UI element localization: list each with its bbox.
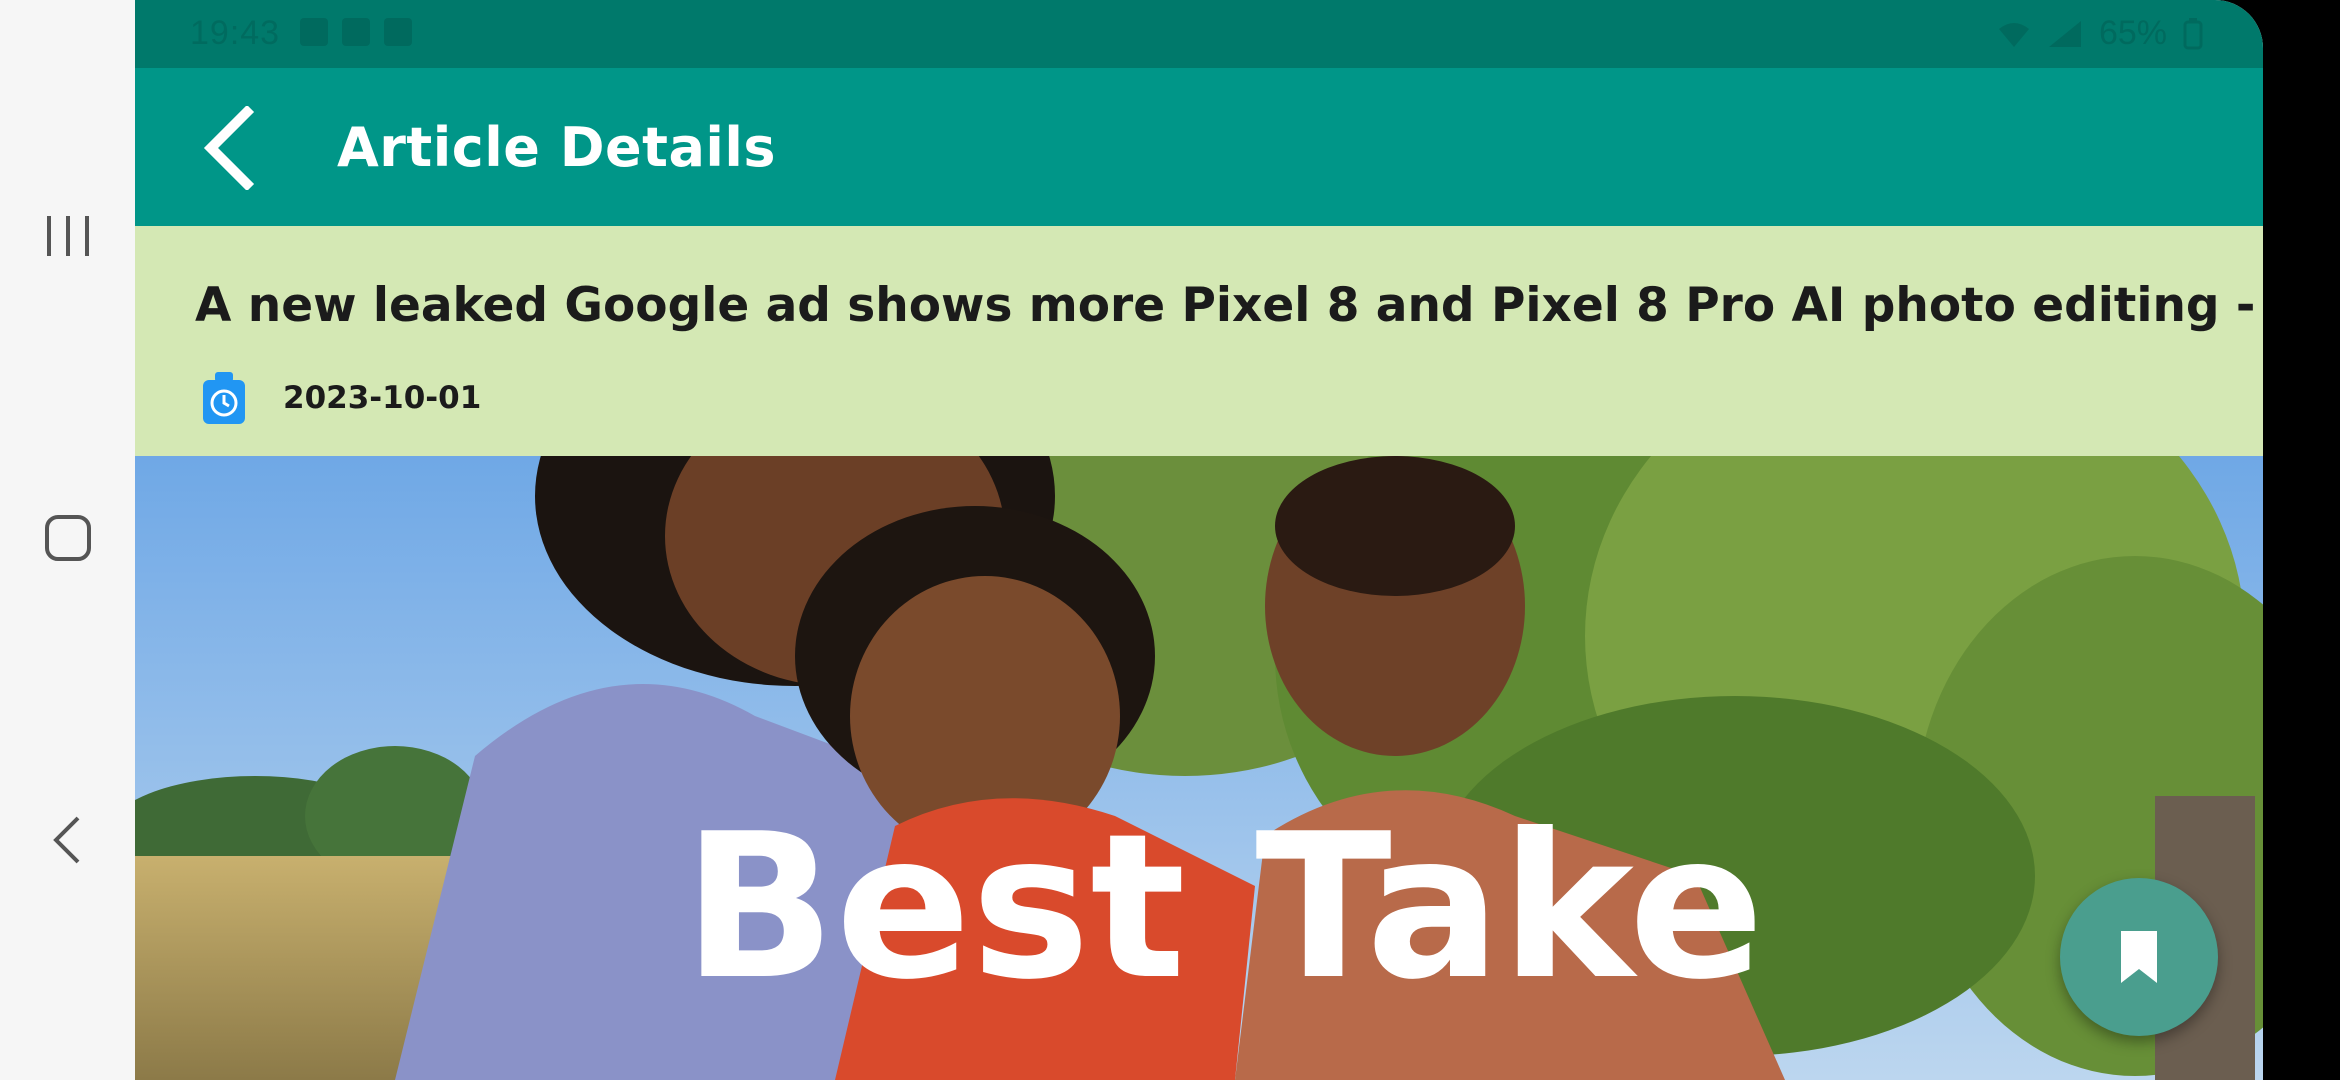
back-button[interactable] [28,800,108,880]
system-nav-bar [0,0,135,1080]
hero-overlay-text: Best Take [683,791,1764,1024]
recent-apps-button[interactable] [28,196,108,276]
home-icon [45,515,91,561]
status-time: 19:43 [190,14,281,52]
back-arrow-icon [203,106,255,190]
battery-icon [2183,17,2203,49]
article-hero-image[interactable]: Best Take [135,456,2263,1080]
article-title: A new leaked Google ad shows more Pixel … [195,278,2263,333]
app-toolbar: Article Details [135,68,2263,226]
article-date-row: 2023-10-01 [201,372,481,424]
page-title: Article Details [337,116,777,179]
video-notification-icon [342,18,370,46]
bookmark-button[interactable] [2060,878,2218,1036]
clock-bag-icon [201,372,247,424]
article-header: A new leaked Google ad shows more Pixel … [135,226,2263,456]
home-button[interactable] [28,498,108,578]
check-notification-icon [384,18,412,46]
bookmark-icon [2121,931,2157,983]
screen: 19:43 65% Article Details A new leaked G… [0,0,2340,1080]
image-notification-icon [300,18,328,46]
notification-icons [300,18,412,46]
app-window: 19:43 65% Article Details A new leaked G… [135,0,2263,1080]
wifi-icon [1998,22,2029,47]
back-icon [53,816,80,864]
toolbar-back-button[interactable] [187,106,271,190]
signal-icon [2048,20,2081,47]
status-bar: 19:43 65% [135,0,2263,68]
article-date: 2023-10-01 [283,380,482,416]
recent-apps-icon [47,216,89,256]
hero-photo: Best Take [135,456,2263,1080]
status-right: 65% [1997,14,2203,53]
battery-level: 65% [2098,14,2167,52]
